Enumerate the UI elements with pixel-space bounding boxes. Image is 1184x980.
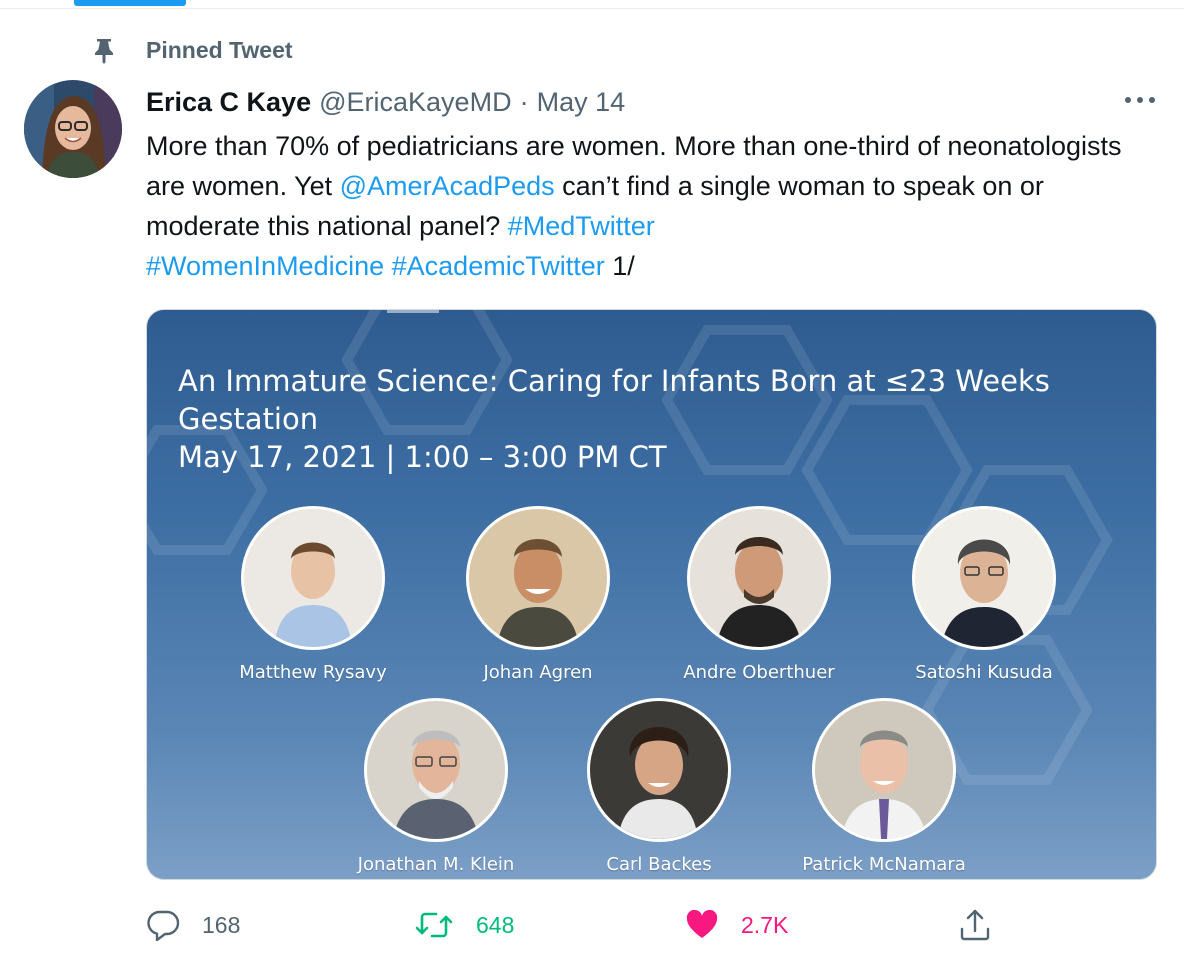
speaker-photo bbox=[812, 698, 956, 842]
speaker-name: Carl Backes bbox=[606, 854, 712, 875]
author-name[interactable]: Erica C Kaye bbox=[146, 87, 311, 118]
reply-count: 168 bbox=[202, 911, 241, 938]
speaker-photo bbox=[912, 506, 1056, 650]
hashtag-link[interactable]: #AcademicTwitter bbox=[392, 251, 605, 281]
tweet-text: More than 70% of pediatricians are women… bbox=[146, 126, 1156, 286]
retweet-count: 648 bbox=[476, 911, 515, 938]
retweet-button[interactable]: 648 bbox=[414, 900, 514, 950]
pinned-tweet-label: Pinned Tweet bbox=[146, 36, 293, 63]
speaker: Johan Agren bbox=[463, 506, 613, 683]
like-count: 2.7K bbox=[741, 911, 789, 938]
speaker: Matthew Rysavy bbox=[238, 506, 388, 683]
speaker-photo bbox=[587, 698, 731, 842]
share-icon bbox=[960, 909, 990, 941]
speaker-photo bbox=[364, 698, 508, 842]
speaker-photo bbox=[466, 506, 610, 650]
tweet-actions: 168 648 2.7K bbox=[146, 900, 1156, 950]
tweet-text-part: 1/ bbox=[604, 251, 635, 281]
more-options-button[interactable] bbox=[1122, 86, 1158, 114]
speaker: Andre Oberthuer bbox=[683, 506, 835, 683]
panel-title: An Immature Science: Caring for Infants … bbox=[178, 364, 1050, 436]
pin-icon bbox=[95, 39, 113, 64]
tweet-media-image[interactable]: An Immature Science: Caring for Infants … bbox=[146, 309, 1157, 880]
separator: · bbox=[519, 86, 529, 117]
speaker-name: Satoshi Kusuda bbox=[915, 662, 1053, 683]
speaker-name: Andre Oberthuer bbox=[683, 662, 835, 683]
panel-datetime: May 17, 2021 | 1:00 – 3:00 PM CT bbox=[178, 440, 667, 474]
retweet-icon bbox=[415, 912, 453, 938]
speaker-name: Jonathan M. Klein bbox=[357, 854, 515, 875]
tweet-date[interactable]: May 14 bbox=[537, 87, 626, 118]
speaker-name: Johan Agren bbox=[483, 662, 593, 683]
reply-icon bbox=[147, 910, 180, 941]
more-icon bbox=[1125, 97, 1155, 103]
speaker: Patrick McNamara bbox=[802, 698, 966, 875]
hashtag-link[interactable]: #WomenInMedicine bbox=[146, 251, 384, 281]
like-button[interactable]: 2.7K bbox=[685, 900, 788, 950]
mention-link[interactable]: @AmerAcadPeds bbox=[340, 171, 555, 201]
speaker: Satoshi Kusuda bbox=[909, 506, 1059, 683]
tweet-header: Erica C Kaye @EricaKayeMD · May 14 bbox=[146, 84, 625, 120]
active-tab-indicator bbox=[74, 0, 186, 6]
speaker-name: Matthew Rysavy bbox=[239, 662, 387, 683]
share-button[interactable] bbox=[958, 900, 1014, 950]
speaker-photo bbox=[241, 506, 385, 650]
speaker-name: Patrick McNamara bbox=[802, 854, 966, 875]
divider bbox=[0, 8, 1184, 9]
reply-button[interactable]: 168 bbox=[146, 900, 240, 950]
author-handle[interactable]: @EricaKayeMD bbox=[319, 87, 511, 118]
speaker: Jonathan M. Klein bbox=[358, 698, 514, 875]
pinned-tweet-row: Pinned Tweet bbox=[92, 34, 293, 66]
speaker: Carl Backes bbox=[584, 698, 734, 875]
speaker-photo bbox=[687, 506, 831, 650]
heart-icon bbox=[686, 909, 718, 938]
avatar[interactable] bbox=[24, 80, 122, 178]
hashtag-link[interactable]: #MedTwitter bbox=[508, 211, 655, 241]
